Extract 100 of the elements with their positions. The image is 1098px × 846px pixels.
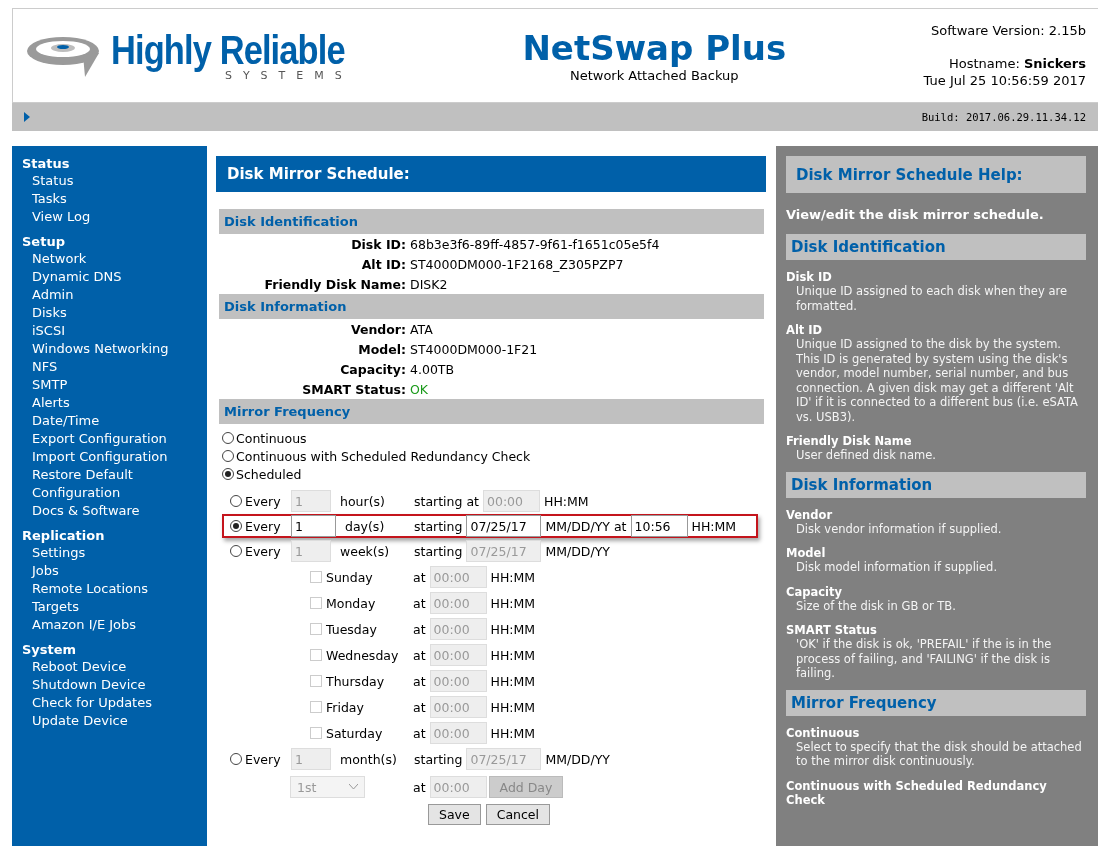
field-value: ST4000DM000-1F2168_Z305PZP7 [410,256,624,272]
sidebar-link[interactable]: iSCSI [22,322,195,340]
hostname-value: Snickers [1023,56,1086,71]
field-value: DISK2 [410,276,448,292]
format-label: HH:MM [490,673,536,689]
save-button[interactable]: Save [427,804,481,825]
starting-label: starting [414,543,463,559]
sidebar-link[interactable]: Shutdown Device [22,676,195,694]
date-time: Tue Jul 25 10:56:59 2017 [923,72,1086,89]
sidebar-link[interactable]: Status [22,172,195,190]
format-label: HH:MM [490,699,536,715]
field-label: Model: [357,341,407,357]
start-field[interactable]: 07/25/17 [466,515,542,537]
expand-arrow-icon[interactable] [24,112,30,122]
help-heading: Disk Information [786,471,1086,498]
sidebar-link[interactable]: Disks [22,304,195,322]
help-term: Model [786,546,827,560]
sidebar-link[interactable]: View Log [22,208,195,226]
sidebar-link[interactable]: NFS [22,358,195,376]
checkbox[interactable] [310,727,322,739]
brand-name: Highly Reliable [111,29,345,70]
sidebar-heading: Setup [22,234,66,250]
sidebar-link[interactable]: Date/Time [22,412,195,430]
help-text: User defined disk name. [795,448,937,463]
format-label: MM/DD/YY at [545,518,627,534]
starting-label: starting at [414,493,479,509]
cancel-button[interactable]: Cancel [485,804,550,825]
count-field[interactable]: 1 [291,515,336,537]
section-heading: Disk Information [219,294,764,319]
checkbox[interactable] [310,597,322,609]
sidebar-link[interactable]: Dynamic DNS [22,268,195,286]
option-label: Continuous with Scheduled Redundancy Check [236,448,531,464]
checkbox[interactable] [310,649,322,661]
help-term: Disk ID [786,270,833,284]
help-term: SMART Status [786,623,878,637]
brand-tagline: SYSTEMS [224,69,353,82]
sidebar-link[interactable]: Alerts [22,394,195,412]
help-term: Capacity [786,584,843,599]
product-title: NetSwap Plus [522,28,787,68]
sidebar-link[interactable]: Docs & Software [22,502,195,520]
option-label: Every [245,543,281,559]
help-term: Continuous with Scheduled Redundancy Check [786,778,1048,807]
help-term: Continuous [786,725,861,740]
sidebar-link[interactable]: Targets [22,598,195,616]
at-label: at [413,621,426,637]
sidebar-link[interactable]: Update Device [22,712,195,730]
help-term: Alt ID [786,323,824,337]
sidebar-link[interactable]: Restore Default Configuration [22,466,195,502]
radio-button[interactable] [230,520,242,532]
sidebar-link[interactable]: Export Configuration [22,430,195,448]
at-label: at [413,779,426,795]
help-text: Select to specify that the disk should be attached to the mirror disk continuously. [795,739,1083,769]
option-label: Every [245,493,281,509]
field-label: Vendor: [349,321,407,337]
sidebar-link[interactable]: Settings [22,544,195,562]
help-heading: Disk Identification [786,234,1086,260]
checkbox[interactable] [310,701,322,713]
sidebar-link[interactable]: Reboot Device [22,658,195,676]
help-text: 'OK' if the disk is ok, 'PREFAIL' if the is in the process of failing, and 'FAILING' if the disk is failing. [795,637,1053,681]
sidebar-link[interactable]: Check for Updates [22,694,195,712]
time-field[interactable]: 10:56 [630,515,688,537]
starting-label: starting [414,751,463,767]
checkbox[interactable] [310,675,322,687]
sidebar-link[interactable]: Network [22,250,195,268]
format-label: HH:MM [544,493,589,509]
field-label: Disk ID: [350,236,407,252]
checkbox[interactable] [310,571,322,583]
at-label: at [413,673,426,689]
help-title: Disk Mirror Schedule Help: [786,156,1086,193]
help-term: Vendor [786,507,834,522]
radio-button[interactable] [222,468,234,480]
page-title: Disk Mirror Schedule: [216,156,766,192]
field-label: SMART Status: [301,381,407,397]
field-value: ATA [410,321,433,337]
checkbox[interactable] [310,623,322,635]
sidebar-link[interactable]: Admin [22,286,195,304]
at-label: at [413,725,426,741]
radio-button[interactable] [222,432,234,444]
sidebar-link[interactable]: Amazon I/E Jobs [22,616,195,634]
help-heading: Mirror Frequency [786,689,1086,716]
day-label: Saturday [326,725,383,741]
sidebar-link[interactable]: Windows Networking [22,340,195,358]
day-label: Tuesday [326,621,377,637]
sidebar-link[interactable]: Jobs [22,562,195,580]
option-label: Continuous [236,430,307,446]
sidebar-link[interactable]: Import Configuration [22,448,195,466]
option-label: Every [245,518,281,534]
format-label: MM/DD/YY [545,543,610,559]
radio-button[interactable] [222,450,234,462]
product-subtitle: Network Attached Backup [569,68,739,83]
section-heading: Disk Identification [219,209,764,234]
sidebar-link[interactable]: Tasks [22,190,195,208]
sidebar-link[interactable]: Remote Locations [22,580,195,598]
day-label: Friday [326,699,364,715]
day-label: Monday [326,595,376,611]
sidebar-link[interactable]: SMTP [22,376,195,394]
at-label: at [413,569,426,585]
field-label: Capacity: [339,361,407,377]
status-value: OK [410,381,429,397]
format-label: HH:MM [490,595,536,611]
